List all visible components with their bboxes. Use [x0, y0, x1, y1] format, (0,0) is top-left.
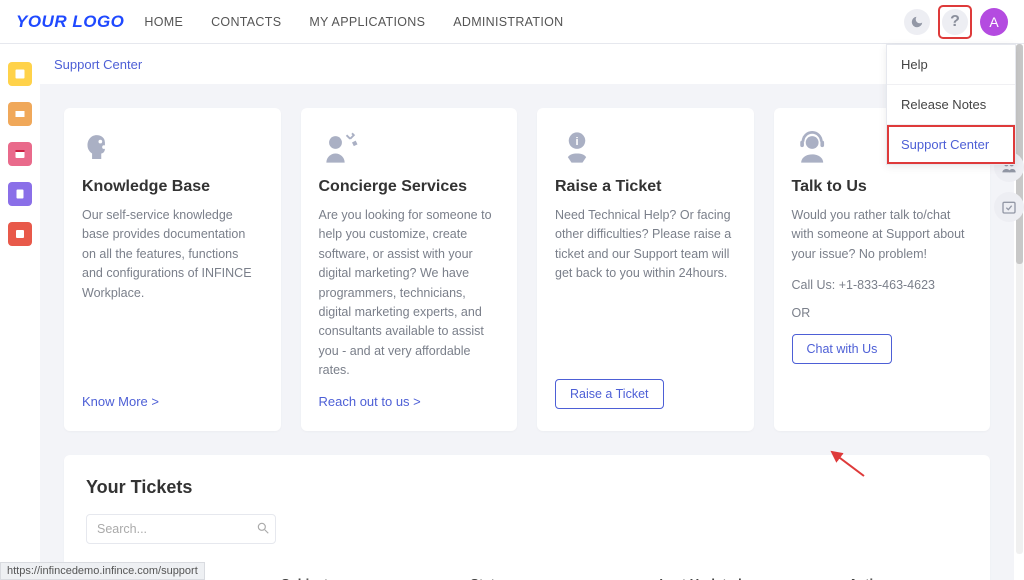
col-action: Action [849, 576, 962, 580]
tickets-search [86, 514, 968, 544]
help-menu-release-notes[interactable]: Release Notes [887, 85, 1015, 125]
card-body: Would you rather talk to/chat with someo… [792, 206, 973, 264]
card-concierge: Concierge Services Are you looking for s… [301, 108, 518, 431]
left-rail [0, 44, 40, 580]
float-calendar[interactable] [994, 192, 1024, 222]
card-raise-ticket: i Raise a Ticket Need Technical Help? Or… [537, 108, 754, 431]
col-subject[interactable]: Subject [281, 576, 470, 580]
your-tickets-title: Your Tickets [86, 477, 968, 498]
nav-my-applications[interactable]: MY APPLICATIONS [309, 15, 425, 29]
help-button[interactable]: ? [942, 9, 968, 35]
main-scrollbar[interactable] [1016, 44, 1023, 554]
card-title: Concierge Services [319, 178, 500, 196]
user-avatar[interactable]: A [980, 8, 1008, 36]
search-icon [256, 521, 270, 535]
tools-person-icon [319, 128, 500, 168]
card-body: Need Technical Help? Or facing other dif… [555, 206, 736, 284]
svg-text:i: i [575, 136, 578, 148]
breadcrumb-bar: Support Center [40, 44, 1024, 84]
brain-icon [82, 128, 263, 168]
theme-toggle[interactable] [904, 9, 930, 35]
help-dropdown: Help Release Notes Support Center [886, 44, 1016, 165]
moon-icon [910, 15, 924, 29]
rail-item-4[interactable] [8, 182, 32, 206]
card-body: Are you looking for someone to help you … [319, 206, 500, 380]
topbar-right: ? A [904, 7, 1008, 37]
tickets-header-row: Ticket ID Subject Status Last Updated Ac… [86, 566, 968, 580]
search-input[interactable] [86, 514, 276, 544]
browser-status-bar: https://infincedemo.infince.com/support [0, 562, 205, 580]
rail-item-5[interactable] [8, 222, 32, 246]
main-content: Knowledge Base Our self-service knowledg… [40, 84, 1014, 580]
breadcrumb-support-center[interactable]: Support Center [54, 57, 142, 72]
card-body: Our self-service knowledge base provides… [82, 206, 263, 303]
help-menu-support-center[interactable]: Support Center [887, 125, 1015, 164]
card-knowledge-base: Knowledge Base Our self-service knowledg… [64, 108, 281, 431]
help-button-highlight: ? [940, 7, 970, 37]
card-title: Knowledge Base [82, 178, 263, 196]
logo[interactable]: YOUR LOGO [16, 12, 124, 32]
ticket-hand-icon: i [555, 128, 736, 168]
rail-item-3[interactable] [8, 142, 32, 166]
rail-item-1[interactable] [8, 62, 32, 86]
or-text: OR [792, 306, 973, 320]
card-title: Talk to Us [792, 178, 973, 196]
chat-with-us-button[interactable]: Chat with Us [792, 334, 893, 364]
col-last-updated[interactable]: Last Updated [659, 576, 848, 580]
nav-home[interactable]: HOME [144, 15, 183, 29]
col-status[interactable]: Status [470, 576, 659, 580]
primary-nav: HOME CONTACTS MY APPLICATIONS ADMINISTRA… [144, 15, 563, 29]
support-cards-row: Knowledge Base Our self-service knowledg… [64, 108, 990, 431]
status-url: https://infincedemo.infince.com/support [7, 565, 198, 577]
top-bar: YOUR LOGO HOME CONTACTS MY APPLICATIONS … [0, 0, 1024, 44]
help-menu-help[interactable]: Help [887, 45, 1015, 85]
reach-out-link[interactable]: Reach out to us > [319, 394, 500, 409]
card-title: Raise a Ticket [555, 178, 736, 196]
call-us-text: Call Us: +1-833-463-4623 [792, 278, 973, 292]
nav-administration[interactable]: ADMINISTRATION [453, 15, 563, 29]
know-more-link[interactable]: Know More > [82, 394, 263, 409]
question-icon: ? [950, 13, 960, 31]
rail-item-2[interactable] [8, 102, 32, 126]
raise-ticket-button[interactable]: Raise a Ticket [555, 379, 664, 409]
calendar-check-icon [1001, 199, 1017, 215]
nav-contacts[interactable]: CONTACTS [211, 15, 281, 29]
